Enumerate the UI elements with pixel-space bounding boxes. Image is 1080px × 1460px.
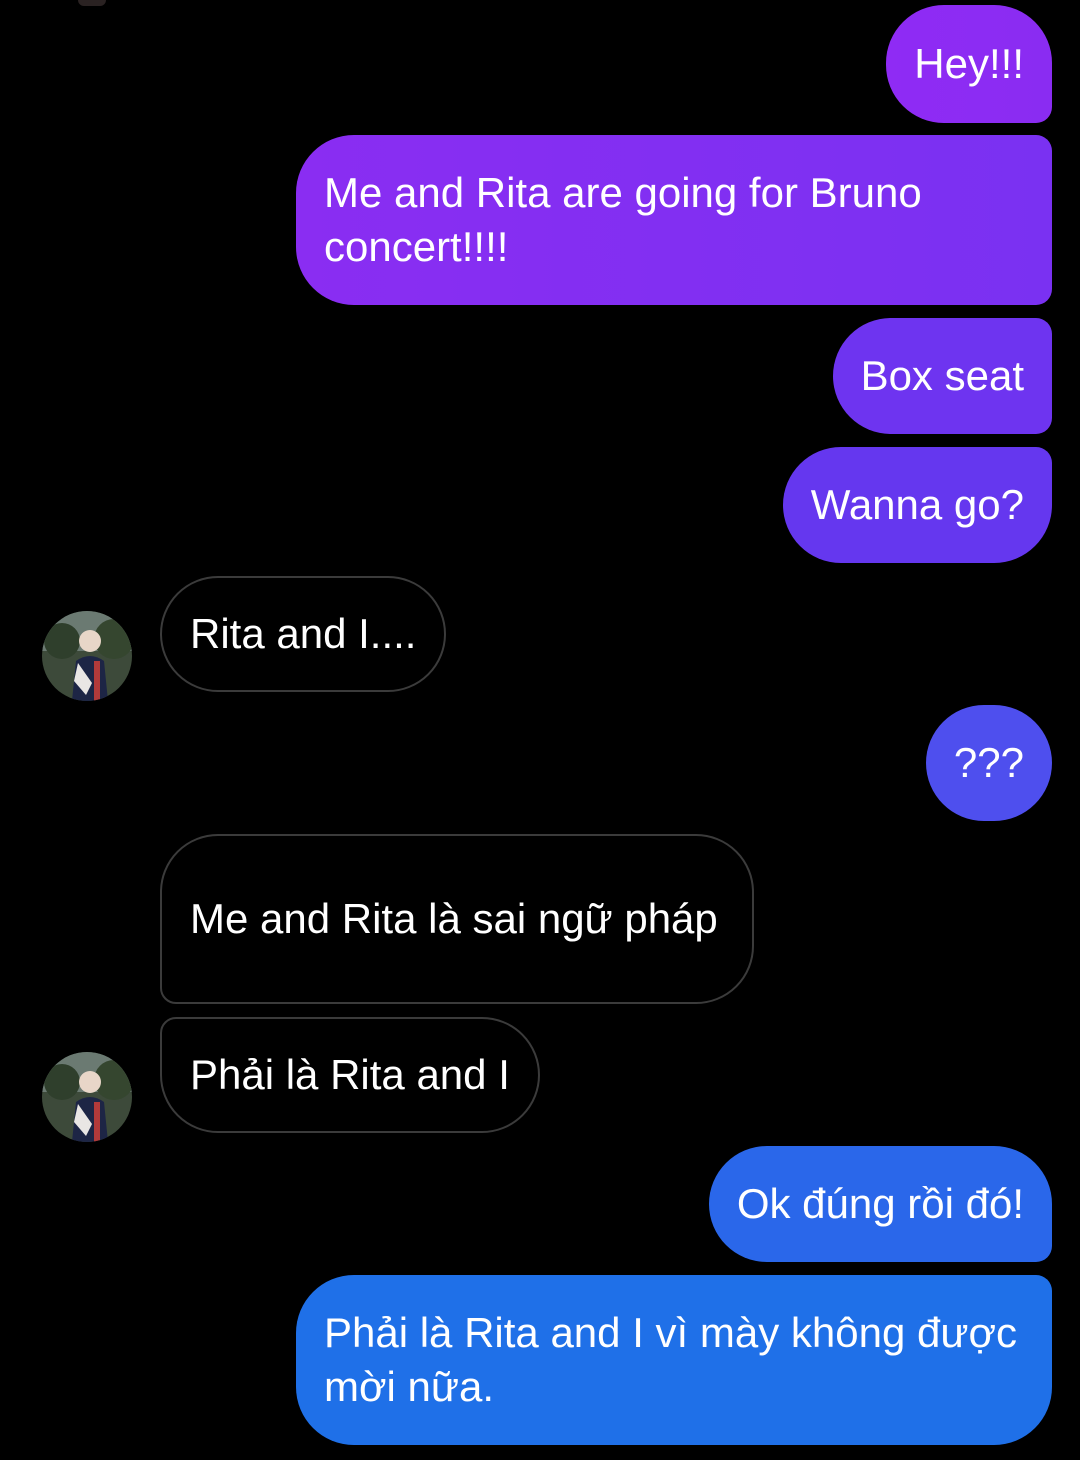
contact-photo-icon [42, 611, 132, 701]
sent-message-bubble[interactable]: Wanna go? [782, 447, 1052, 563]
message-text: Me and Rita are going for Bruno concert!… [324, 169, 922, 270]
message-text: Rita and I.... [190, 610, 417, 657]
message-text: Box seat [860, 352, 1024, 399]
message-text: Me and Rita là sai ngữ pháp [190, 895, 718, 942]
contact-avatar[interactable] [42, 1052, 132, 1142]
sent-message-bubble[interactable]: ??? [925, 705, 1052, 821]
sent-message-bubble[interactable]: Box seat [832, 318, 1052, 434]
contact-photo-icon [42, 1052, 132, 1142]
received-message-bubble[interactable]: Phải là Rita and I [160, 1017, 540, 1133]
sent-message-bubble[interactable]: Phải là Rita and I vì mày không được mời… [296, 1275, 1052, 1445]
sent-message-bubble[interactable]: Hey!!! [886, 5, 1052, 123]
received-message-bubble[interactable]: Me and Rita là sai ngữ pháp [160, 834, 754, 1004]
sent-message-bubble[interactable]: Me and Rita are going for Bruno concert!… [296, 135, 1052, 305]
message-text: Phải là Rita and I vì mày không được mời… [324, 1309, 1017, 1410]
message-text: Ok đúng rồi đó! [736, 1180, 1024, 1227]
message-thread: Hey!!! Me and Rita are going for Bruno c… [0, 0, 1080, 1460]
message-text: Phải là Rita and I [190, 1051, 510, 1098]
message-text: Wanna go? [810, 481, 1024, 528]
message-text: ??? [953, 739, 1024, 786]
contact-avatar[interactable] [42, 611, 132, 701]
received-message-bubble[interactable]: Rita and I.... [160, 576, 447, 692]
sent-message-bubble[interactable]: Ok đúng rồi đó! [708, 1146, 1052, 1262]
message-text: Hey!!! [914, 40, 1024, 87]
avatar-partial-icon [78, 0, 106, 6]
